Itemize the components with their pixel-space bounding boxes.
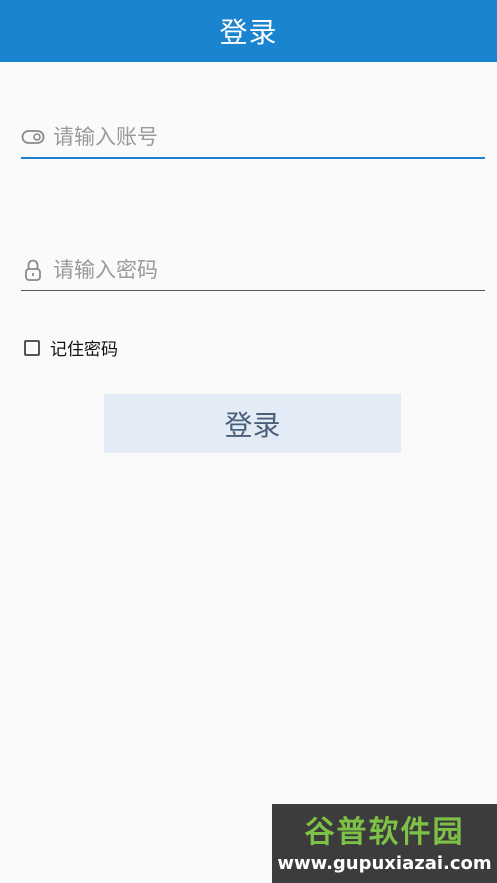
password-field[interactable] (21, 250, 485, 291)
login-button-label: 登录 (224, 409, 281, 441)
remember-password-label: 记住密码 (50, 340, 118, 360)
toggle-icon (21, 125, 45, 149)
watermark: 谷普软件园 www.gupuxiazai.com (272, 804, 497, 883)
account-field[interactable] (21, 117, 485, 159)
remember-password-row[interactable]: 记住密码 (24, 335, 118, 360)
title-bar: 登录 (0, 0, 497, 62)
page-title: 登录 (219, 16, 278, 49)
remember-password-checkbox[interactable] (24, 339, 40, 356)
login-button[interactable]: 登录 (104, 394, 401, 453)
password-input[interactable] (53, 258, 473, 282)
account-input[interactable] (53, 125, 473, 149)
watermark-logo: 谷普软件园 (304, 814, 465, 850)
lock-icon (21, 258, 45, 282)
watermark-url: www.gupuxiazai.com (277, 852, 492, 874)
